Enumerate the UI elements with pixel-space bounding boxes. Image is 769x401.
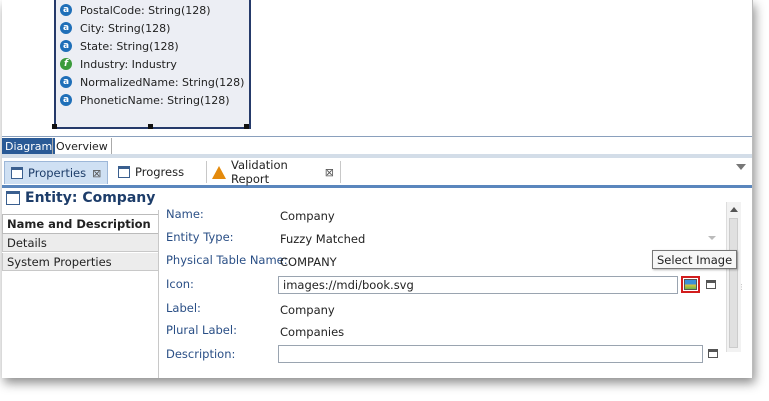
sidebar-divider	[158, 210, 159, 378]
selection-handle[interactable]	[52, 124, 57, 129]
attribute-row[interactable]: a NormalizedName: String(128)	[60, 74, 244, 90]
plural-label-label: Plural Label:	[166, 323, 237, 337]
tab-properties-label: Properties	[28, 166, 87, 180]
attribute-icon: a	[60, 40, 72, 52]
plural-label-value[interactable]: Companies	[280, 325, 344, 339]
attribute-icon: a	[60, 22, 72, 34]
sidebar-item-details[interactable]: Details	[2, 234, 158, 252]
edit-description-window-icon[interactable]	[708, 349, 718, 358]
tab-progress-label: Progress	[135, 165, 185, 179]
view-menu-icon[interactable]	[736, 164, 746, 170]
tab-validation-label: Validation Report	[231, 158, 288, 186]
label-value[interactable]: Company	[280, 303, 335, 317]
attribute-label: PhoneticName: String(128)	[80, 93, 230, 107]
tab-progress[interactable]: Progress	[112, 161, 207, 183]
diagram-tab-bar: Diagram Overview	[2, 136, 752, 155]
attribute-label: State: String(128)	[80, 39, 179, 53]
entity-title-text: Entity: Company	[25, 190, 156, 206]
name-label: Name:	[166, 207, 204, 221]
entity-type-select[interactable]: Fuzzy Matched	[280, 232, 365, 246]
attribute-label: City: String(128)	[80, 21, 171, 35]
vertical-scrollbar[interactable]	[726, 202, 741, 352]
select-image-tooltip: Select Image	[652, 250, 738, 269]
diagram-canvas[interactable]: a PostalCode: String(128) a City: String…	[2, 0, 752, 136]
edit-icon-window-icon[interactable]	[706, 280, 716, 289]
view-tab-bar: Properties ⊠ Progress Validation Report …	[2, 158, 752, 188]
entity-node-company[interactable]: a PostalCode: String(128) a City: String…	[54, 0, 251, 129]
selection-handle[interactable]	[244, 124, 249, 129]
select-image-button[interactable]	[681, 276, 700, 293]
attribute-row[interactable]: a PhoneticName: String(128)	[60, 92, 230, 108]
close-icon[interactable]: ⊠	[92, 167, 101, 180]
window-icon	[118, 166, 130, 178]
selection-handle[interactable]	[148, 124, 153, 129]
page-title: Entity: Company	[6, 190, 155, 206]
icon-label: Icon:	[166, 277, 194, 291]
tab-diagram[interactable]: Diagram	[2, 138, 56, 154]
attribute-label: PostalCode: String(128)	[80, 3, 211, 17]
attribute-row[interactable]: a City: String(128)	[60, 20, 170, 36]
tab-validation-report[interactable]: Validation Report ⊠	[206, 158, 341, 186]
sidebar-item-system-properties[interactable]: System Properties	[2, 253, 158, 271]
sidebar-item-name-and-description[interactable]: Name and Description	[2, 214, 158, 234]
lookup-attribute-icon: f	[60, 58, 72, 70]
chevron-down-icon[interactable]	[708, 236, 716, 240]
scrollbar-thumb[interactable]	[729, 218, 738, 348]
attribute-row[interactable]: a State: String(128)	[60, 38, 179, 54]
select-image-icon	[684, 279, 697, 290]
tab-properties[interactable]: Properties ⊠	[4, 161, 109, 184]
attribute-icon: a	[60, 94, 72, 106]
attribute-label: Industry: Industry	[80, 57, 177, 71]
physical-table-name-label: Physical Table Name:	[166, 253, 288, 267]
description-label: Description:	[166, 347, 236, 361]
physical-table-name-value[interactable]: COMPANY	[280, 255, 337, 269]
scroll-up-icon[interactable]	[730, 207, 738, 212]
close-icon[interactable]: ⊠	[325, 166, 334, 179]
tab-overview[interactable]: Overview	[52, 138, 112, 155]
icon-field[interactable]: images://mdi/book.svg	[278, 276, 678, 294]
label-label: Label:	[166, 301, 201, 315]
attribute-row[interactable]: f Industry: Industry	[60, 56, 177, 72]
window-icon	[11, 167, 23, 179]
app-window: a PostalCode: String(128) a City: String…	[2, 0, 753, 378]
warning-icon	[212, 165, 226, 179]
properties-sidebar: Name and Description Details System Prop…	[2, 210, 158, 378]
attribute-row[interactable]: a PostalCode: String(128)	[60, 2, 211, 18]
name-value[interactable]: Company	[280, 209, 335, 223]
window-icon	[6, 191, 20, 205]
attribute-icon: a	[60, 76, 72, 88]
description-field[interactable]	[278, 345, 703, 363]
attribute-icon: a	[60, 4, 72, 16]
entity-type-label: Entity Type:	[166, 230, 234, 244]
attribute-label: NormalizedName: String(128)	[80, 75, 245, 89]
